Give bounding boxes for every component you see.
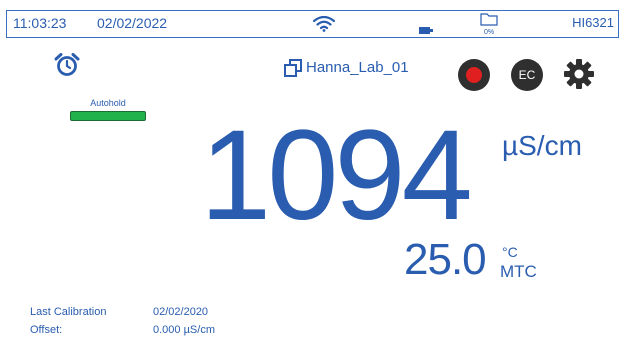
temperature-unit: °C bbox=[502, 244, 518, 260]
meter-screen: 11:03:23 02/02/2022 0% HI6321 Hanna_Lab_… bbox=[0, 0, 623, 363]
storage-percent: 0% bbox=[483, 29, 495, 36]
offset-value: 0.000 µS/cm bbox=[153, 324, 215, 336]
gear-icon[interactable] bbox=[563, 58, 595, 95]
record-button[interactable] bbox=[458, 59, 490, 91]
conductivity-reading: 1094 bbox=[200, 104, 473, 247]
storage-indicator: 0% bbox=[477, 12, 501, 36]
last-calibration-label: Last Calibration bbox=[30, 306, 107, 318]
copy-icon[interactable] bbox=[284, 59, 302, 82]
offset-label: Offset: bbox=[30, 324, 63, 336]
status-bar: 11:03:23 02/02/2022 0% HI6321 bbox=[6, 10, 619, 38]
autohold-indicator bbox=[70, 111, 146, 121]
model-number: HI6321 bbox=[572, 15, 614, 30]
status-date: 02/02/2022 bbox=[97, 15, 168, 31]
alarm-icon[interactable] bbox=[54, 53, 80, 82]
record-icon bbox=[466, 67, 482, 83]
autohold-label: Autohold bbox=[90, 98, 126, 108]
wifi-icon bbox=[312, 15, 336, 37]
ec-mode-button[interactable]: EC bbox=[511, 59, 543, 91]
last-calibration-value: 02/02/2020 bbox=[153, 306, 209, 318]
folder-icon bbox=[480, 13, 498, 26]
lab-name[interactable]: Hanna_Lab_01 bbox=[306, 59, 409, 76]
conductivity-unit: µS/cm bbox=[502, 130, 582, 161]
temperature-mode: MTC bbox=[500, 262, 537, 281]
status-time: 11:03:23 bbox=[13, 15, 67, 31]
battery-icon bbox=[419, 21, 433, 39]
temperature-reading: 25.0 bbox=[404, 235, 487, 284]
